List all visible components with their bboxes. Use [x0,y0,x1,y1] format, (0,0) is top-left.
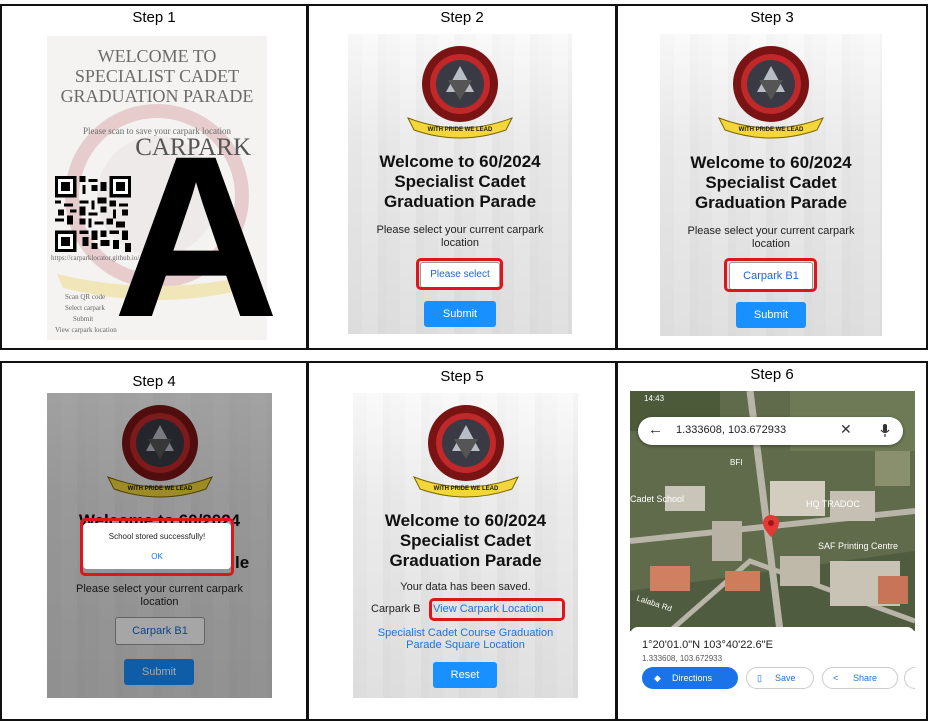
share-button[interactable]: < Share [822,667,898,689]
highlight-dialog [80,518,234,576]
step-5-title: Step 5 [440,368,484,385]
bookmark-icon: ▯ [757,673,762,683]
poster-step-2: Select carpark [65,304,105,312]
poster-step-1: Scan QR code [65,293,106,301]
step-5-panel: Step 5 WITH PRIDE WE LEAD Welcome to 60/… [307,361,617,721]
step-4-title: Step 4 [132,373,176,390]
coordinates-decimal: 1.333608, 103.672933 [642,654,723,663]
submit-button[interactable]: Submit [736,302,806,328]
highlight-select [724,258,817,292]
highlight-select [416,258,503,290]
poster-step-4: View carpark location [55,326,117,334]
clear-icon[interactable]: ✕ [840,421,852,438]
app-screen-step-2: WITH PRIDE WE LEAD Welcome to 60/2024 Sp… [348,34,572,334]
svg-text:WITH PRIDE WE LEAD: WITH PRIDE WE LEAD [739,127,804,133]
step-1-panel: Step 1 WELCOME TO SPECIALIST CADET GRADU… [0,4,308,350]
app-screen-step-3: WITH PRIDE WE LEAD Welcome to 60/2024 Sp… [660,34,882,336]
prompt-line-1: Please select your current carpark [376,224,544,236]
welcome-line-2: Specialist Cadet [705,173,837,192]
step-2-panel: Step 2 WITH PRIDE WE LEAD Welcome to 60/… [307,4,617,350]
institute-emblem-icon: WITH PRIDE WE LEAD [406,46,514,139]
saved-message: Your data has been saved. [400,581,531,593]
carpark-prefix: Carpark B [371,603,421,615]
directions-icon: ◆ [654,673,661,683]
poster-line-1: WELCOME TO [97,46,217,66]
search-input[interactable]: 1.333608, 103.672933 [676,424,786,436]
coordinates-dms: 1°20'01.0"N 103°40'22.6"E [642,639,773,651]
qr-poster: WELCOME TO SPECIALIST CADET GRADUATION P… [47,36,280,350]
highlight-view-link [429,598,565,621]
map-search-bar: ← 1.333608, 103.672933 ✕ [638,417,903,445]
institute-emblem-icon: WITH PRIDE WE LEAD [717,46,825,139]
welcome-line-3: Graduation Parade [694,193,848,212]
map-label-hq-tradoc: HQ TRADOC [806,499,860,509]
map-label-cadet-school: Cadet School [630,494,685,504]
welcome-line-1: Welcome to 60/2024 [690,153,852,172]
course-location-link-line-2[interactable]: Parade Square Location [353,639,578,651]
poster-step-3: Submit [73,315,94,323]
submit-button[interactable]: Submit [424,301,496,327]
app-screen-step-5: WITH PRIDE WE LEAD Welcome to 60/2024 Sp… [353,393,578,698]
place-sheet: 1°20'01.0"N 103°40'22.6"E 1.333608, 103.… [630,627,915,696]
save-label: Save [775,673,796,683]
maps-screen: 14:43 ← 1.333608, 103.672933 ✕ BFI Cadet… [630,391,915,696]
prompt-line-1: Please select your current carpark [687,225,855,237]
back-arrow-icon[interactable]: ← [648,421,663,438]
reset-button[interactable]: Reset [433,662,497,688]
map-label-bfi: BFI [730,458,743,467]
map-label-printing-centre: SAF Printing Centre [818,541,899,551]
welcome-line-1: Welcome to 60/2024 [379,152,541,171]
course-location-link-line-1[interactable]: Specialist Cadet Course Graduation [353,627,578,639]
step-3-title: Step 3 [750,9,794,26]
more-actions-button[interactable] [904,667,915,689]
institute-emblem-icon: WITH PRIDE WE LEAD [412,405,519,498]
step-4-panel: Step 4 WITH PRIDE WE LEAD Welcome to 60/… [0,361,308,721]
app-screen-step-4: WITH PRIDE WE LEAD Welcome to 60/2024 le… [47,393,272,698]
prompt-line-2: location [441,237,479,249]
step-6-title: Step 6 [750,366,794,383]
welcome-line-3: Graduation Parade [383,192,537,211]
poster-line-2: SPECIALIST CADET [74,66,240,86]
directions-label: Directions [672,673,713,683]
step-6-panel: Step 6 14:43 ← 1.333608, 103.672933 ✕ BF… [616,361,928,721]
share-label: Share [853,673,878,683]
carpark-letter: A [113,108,280,350]
welcome-line-3: Graduation Parade [389,551,542,570]
step-2-title: Step 2 [440,9,484,26]
svg-text:WITH PRIDE WE LEAD: WITH PRIDE WE LEAD [428,127,493,133]
poster-line-3: GRADUATION PARADE [60,86,254,106]
status-time: 14:43 [644,394,665,403]
step-1-title: Step 1 [132,9,176,26]
step-3-panel: Step 3 WITH PRIDE WE LEAD Welcome to 60/… [616,4,928,350]
directions-button[interactable]: ◆ Directions [642,667,738,689]
welcome-line-2: Specialist Cadet [399,531,532,550]
welcome-line-2: Specialist Cadet [394,172,526,191]
share-icon: < [833,673,839,683]
svg-text:WITH PRIDE WE LEAD: WITH PRIDE WE LEAD [433,486,498,492]
location-pin-icon[interactable] [763,515,779,537]
welcome-line-1: Welcome to 60/2024 [384,511,547,530]
save-button[interactable]: ▯ Save [746,667,814,689]
microphone-icon[interactable] [880,424,890,438]
prompt-line-2: location [752,238,790,250]
